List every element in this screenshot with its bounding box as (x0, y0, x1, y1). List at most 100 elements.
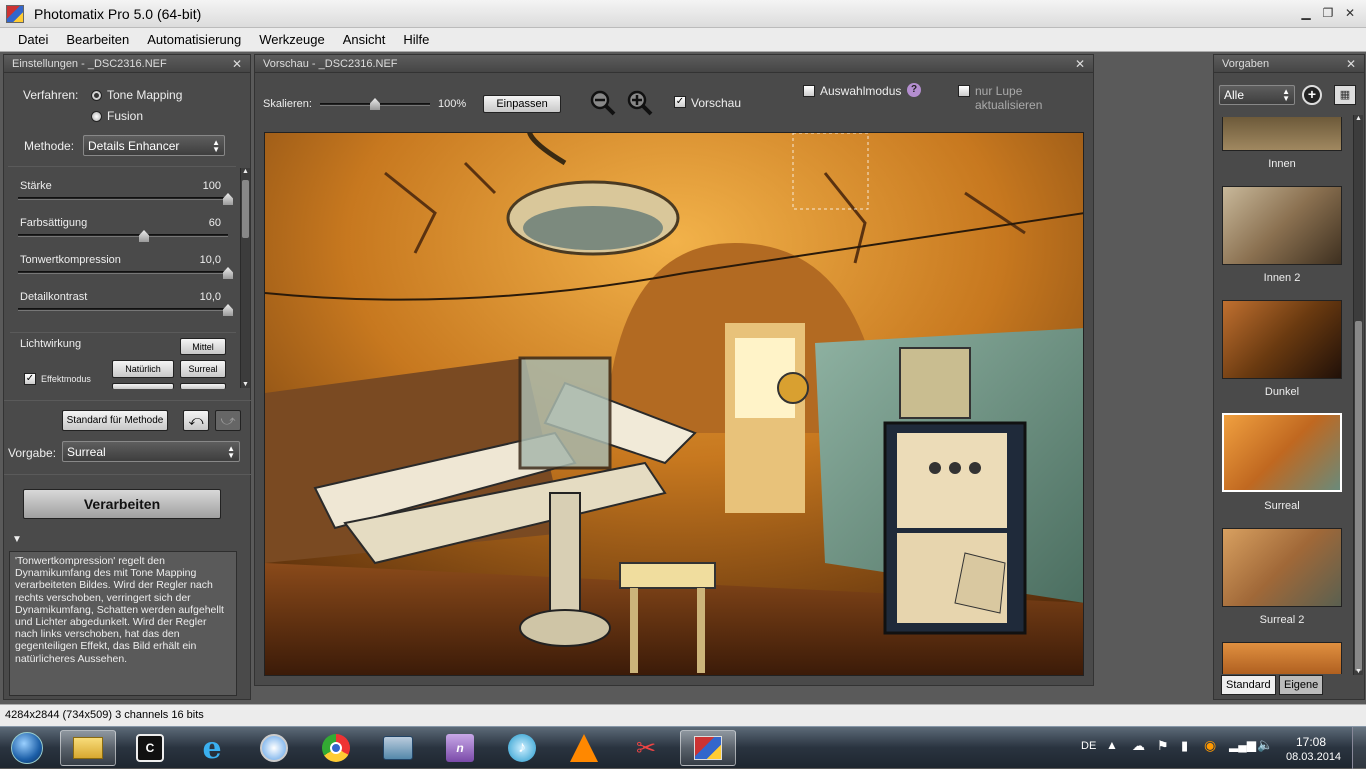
menu-automatisierung[interactable]: Automatisierung (138, 32, 250, 47)
itunes-icon: ♪ (508, 734, 536, 762)
preset-thumb-innen[interactable] (1222, 117, 1342, 151)
vorgabe-value: Surreal (67, 444, 106, 459)
preview-image[interactable] (264, 132, 1084, 676)
tray-app-icon[interactable]: ◉ (1204, 737, 1216, 754)
taskbar-itunes[interactable]: ♪ (494, 730, 550, 766)
help-icon[interactable]: ? (907, 83, 921, 97)
clock-date[interactable]: 08.03.2014 (1286, 751, 1341, 763)
slider-farbsaettigung-label: Farbsättigung (20, 217, 88, 229)
taskbar-ie[interactable]: e (184, 730, 240, 766)
slider-staerke-thumb[interactable] (223, 193, 233, 205)
slider-farbsaettigung-thumb[interactable] (139, 230, 149, 242)
tray-cloud-icon[interactable]: ☁ (1132, 738, 1145, 754)
nur-lupe-label: nur Lupe aktualisieren (975, 84, 1043, 112)
taskbar-app-c[interactable]: C (122, 730, 178, 766)
menu-bearbeiten[interactable]: Bearbeiten (57, 32, 138, 47)
scrollbar-thumb[interactable] (242, 180, 249, 238)
preset-thumb-next[interactable] (1222, 642, 1342, 674)
grid-view-icon[interactable]: ▦ (1334, 85, 1356, 105)
maximize-button[interactable]: ❐ (1320, 5, 1336, 21)
preset-thumb-surreal-2[interactable] (1222, 528, 1342, 607)
minimize-button[interactable]: ▁ (1298, 5, 1314, 21)
tray-battery-icon[interactable]: ▮ (1181, 738, 1188, 754)
preview-close-icon[interactable]: ✕ (1075, 57, 1085, 71)
slider-farbsaettigung-track[interactable] (18, 234, 228, 237)
separator (4, 474, 252, 475)
vorschau-label: Vorschau (691, 96, 742, 110)
slider-detailkontrast-thumb[interactable] (223, 304, 233, 316)
lichtwirkung-mittel-button[interactable]: Mittel (180, 338, 226, 355)
preset-label-surreal: Surreal (1264, 500, 1300, 512)
scroll-up-icon[interactable]: ▲ (242, 168, 249, 175)
tray-signal-icon[interactable]: ▂▄▆ (1229, 738, 1256, 752)
presets-close-icon[interactable]: ✕ (1346, 57, 1356, 71)
hidden-button[interactable] (112, 383, 174, 389)
verarbeiten-button[interactable]: Verarbeiten (23, 489, 221, 519)
scroll-up-icon[interactable]: ▲ (1355, 115, 1362, 122)
undo-icon[interactable]: ⤺ (183, 410, 209, 431)
effektmodus-checkbox[interactable]: ✓ (24, 373, 36, 385)
status-bar: 4284x2844 (734x509) 3 channels 16 bits (0, 704, 1366, 726)
start-button[interactable] (4, 730, 50, 766)
taskbar-explorer[interactable] (60, 730, 116, 766)
settings-close-icon[interactable]: ✕ (232, 57, 242, 71)
zoom-out-icon[interactable] (589, 89, 617, 117)
menu-ansicht[interactable]: Ansicht (334, 32, 395, 47)
menu-werkzeuge[interactable]: Werkzeuge (250, 32, 334, 47)
radio-tone-mapping[interactable]: Tone Mapping (91, 88, 182, 102)
scroll-down-icon[interactable]: ▼ (242, 381, 249, 388)
radio-fusion[interactable]: Fusion (91, 109, 143, 123)
scale-slider-thumb[interactable] (370, 98, 380, 110)
clock-time[interactable]: 17:08 (1296, 735, 1326, 749)
tray-volume-icon[interactable]: 🔈 (1257, 737, 1273, 753)
taskbar-vlc[interactable] (556, 730, 612, 766)
lichtwirkung-natuerlich-button[interactable]: Natürlich (112, 360, 174, 378)
methode-value: Details Enhancer (88, 138, 180, 153)
slider-staerke-track[interactable] (18, 197, 228, 200)
preset-thumb-innen-2[interactable] (1222, 186, 1342, 265)
tab-standard[interactable]: Standard (1221, 675, 1276, 695)
slider-detailkontrast-track[interactable] (18, 308, 228, 311)
einpassen-button[interactable]: Einpassen (483, 95, 561, 113)
preset-thumb-dunkel[interactable] (1222, 300, 1342, 379)
lichtwirkung-surreal-button[interactable]: Surreal (180, 360, 226, 378)
scroll-down-icon[interactable]: ▼ (1355, 668, 1362, 675)
presets-filter-value: Alle (1224, 88, 1245, 102)
help-text: 'Tonwertkompression' regelt den Dynamiku… (9, 551, 237, 696)
slider-tonwertkompression-track[interactable] (18, 271, 228, 274)
settings-scrollbar[interactable]: ▲ ▼ (240, 168, 250, 388)
internet-explorer-icon: e (202, 730, 222, 766)
collapse-triangle-icon[interactable]: ▼ (12, 534, 22, 545)
preset-thumb-surreal[interactable] (1222, 413, 1342, 492)
onenote-icon: n (446, 734, 474, 762)
tray-flag-icon[interactable]: ⚑ (1157, 738, 1169, 754)
presets-filter-select[interactable]: Alle ▲ ▼ (1219, 85, 1295, 105)
zoom-in-icon[interactable] (626, 89, 654, 117)
settings-panel: Einstellungen - _DSC2316.NEF ✕ Verfahren… (3, 54, 252, 700)
menu-datei[interactable]: Datei (0, 32, 57, 47)
tray-up-arrow-icon[interactable]: ▲ (1106, 738, 1118, 752)
standard-fuer-methode-button[interactable]: Standard für Methode (62, 410, 168, 431)
presets-scrollbar[interactable]: ▲ ▼ (1353, 115, 1363, 675)
taskbar-mail[interactable] (370, 730, 426, 766)
vorschau-checkbox[interactable]: ✓ (674, 96, 686, 108)
slider-tonwertkompression-thumb[interactable] (223, 267, 233, 279)
close-button[interactable]: ✕ (1342, 5, 1358, 21)
redo-icon[interactable]: ⤻ (215, 410, 241, 431)
taskbar-safari[interactable] (246, 730, 302, 766)
auswahlmodus-checkbox[interactable] (803, 85, 815, 97)
hidden-button[interactable] (180, 383, 226, 389)
taskbar-onenote[interactable]: n (432, 730, 488, 766)
vorgabe-select[interactable]: Surreal ▲ ▼ (62, 441, 240, 462)
menu-hilfe[interactable]: Hilfe (394, 32, 438, 47)
show-desktop-button[interactable] (1352, 727, 1366, 769)
nur-lupe-checkbox[interactable] (958, 85, 970, 97)
add-preset-icon[interactable]: + (1302, 85, 1322, 105)
scrollbar-thumb[interactable] (1355, 321, 1362, 671)
taskbar-snipping[interactable]: ✂ (618, 730, 674, 766)
taskbar-photomatix[interactable] (680, 730, 736, 766)
taskbar-chrome[interactable] (308, 730, 364, 766)
methode-select[interactable]: Details Enhancer ▲ ▼ (83, 135, 225, 156)
tab-eigene[interactable]: Eigene (1279, 675, 1324, 695)
language-indicator[interactable]: DE (1081, 740, 1096, 752)
